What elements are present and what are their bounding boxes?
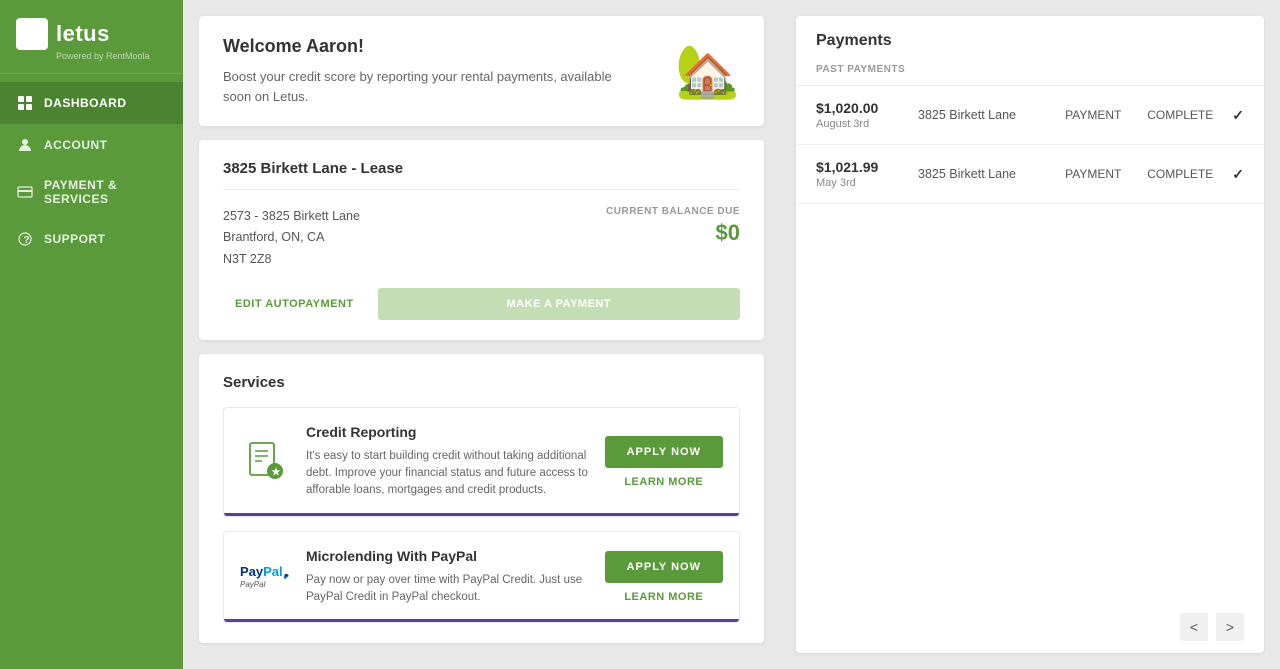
payments-title: Payments	[816, 32, 1244, 50]
logo-text: letus	[56, 21, 110, 47]
payments-card: Payments PAST PAYMENTS $1,020.00 August …	[796, 16, 1264, 653]
balance-label: CURRENT BALANCE DUE	[606, 206, 740, 217]
service-bottom-bar-2	[224, 619, 739, 622]
balance-amount: $0	[606, 220, 740, 246]
service-credit-reporting-info: Credit Reporting It's easy to start buil…	[306, 424, 589, 500]
payments-prev-button[interactable]: <	[1180, 613, 1208, 641]
service-item-credit-reporting: ★ Credit Reporting It's easy to start bu…	[223, 407, 740, 517]
service-credit-reporting-name: Credit Reporting	[306, 424, 589, 440]
payment-date-1: August 3rd	[816, 118, 906, 130]
sidebar: letus Powered by RentMoola DASHBOARD	[0, 0, 183, 669]
sidebar-item-dashboard[interactable]: DASHBOARD	[0, 82, 183, 124]
address-line1: 2573 - 3825 Birkett Lane	[223, 206, 360, 227]
logo-icon	[16, 18, 48, 50]
sidebar-nav: DASHBOARD ACCOUNT PAYMENT & SERVICES	[0, 82, 183, 260]
payment-status-1: COMPLETE	[1140, 108, 1220, 122]
logo-sub: Powered by RentMoola	[56, 51, 167, 61]
payment-type-1: PAYMENT	[1058, 108, 1128, 122]
credit-reporting-apply-button[interactable]: APPLY NOW	[605, 436, 723, 468]
payment-amount-date-2: $1,021.99 May 3rd	[816, 159, 906, 189]
address-line2: Brantford, ON, CA	[223, 227, 360, 248]
past-payments-label: PAST PAYMENTS	[816, 64, 1244, 75]
sidebar-item-label: SUPPORT	[44, 232, 106, 246]
paypal-icon: PayPal PayPal	[240, 552, 290, 602]
payment-amount-1: $1,020.00	[816, 100, 906, 116]
payment-amount-2: $1,021.99	[816, 159, 906, 175]
payment-type-2: PAYMENT	[1058, 167, 1128, 181]
welcome-message: Boost your credit score by reporting you…	[223, 67, 643, 106]
sidebar-item-support[interactable]: ? SUPPORT	[0, 218, 183, 260]
service-credit-reporting-desc: It's easy to start building credit witho…	[306, 448, 589, 500]
sidebar-item-account[interactable]: ACCOUNT	[0, 124, 183, 166]
payment-address-2: 3825 Birkett Lane	[918, 167, 1046, 181]
service-microlending-desc: Pay now or pay over time with PayPal Cre…	[306, 572, 589, 607]
make-payment-button[interactable]: MAKE A PAYMENT	[378, 288, 740, 320]
main-content: Welcome Aaron! Boost your credit score b…	[183, 0, 780, 669]
payment-check-2: ✓	[1232, 166, 1244, 183]
payments-footer: < >	[796, 601, 1264, 653]
payment-icon	[16, 183, 34, 201]
service-microlending-actions: APPLY NOW LEARN MORE	[605, 551, 723, 603]
services-title: Services	[223, 374, 740, 391]
microlending-learn-button[interactable]: LEARN MORE	[624, 591, 703, 603]
service-microlending-info: Microlending With PayPal Pay now or pay …	[306, 548, 589, 607]
support-icon: ?	[16, 230, 34, 248]
address-line3: N3T 2Z8	[223, 249, 360, 270]
payment-row-2: $1,021.99 May 3rd 3825 Birkett Lane PAYM…	[796, 145, 1264, 204]
balance-section: CURRENT BALANCE DUE $0	[606, 206, 740, 246]
welcome-card: Welcome Aaron! Boost your credit score b…	[199, 16, 764, 126]
payment-amount-date-1: $1,020.00 August 3rd	[816, 100, 906, 130]
payment-date-2: May 3rd	[816, 177, 906, 189]
payments-header: Payments PAST PAYMENTS	[796, 16, 1264, 86]
sidebar-item-label: ACCOUNT	[44, 138, 108, 152]
svg-text:?: ?	[24, 235, 31, 246]
sidebar-item-label: PAYMENT & SERVICES	[44, 178, 167, 206]
service-bottom-bar	[224, 513, 739, 516]
svg-text:★: ★	[272, 467, 281, 478]
lease-card: 3825 Birkett Lane - Lease 2573 - 3825 Bi…	[199, 140, 764, 340]
payments-empty-space	[796, 204, 1264, 601]
payment-check-1: ✓	[1232, 107, 1244, 124]
payment-address-1: 3825 Birkett Lane	[918, 108, 1046, 122]
credit-reporting-icon: ★	[240, 437, 290, 487]
payment-row: $1,020.00 August 3rd 3825 Birkett Lane P…	[796, 86, 1264, 145]
payment-status-2: COMPLETE	[1140, 167, 1220, 181]
services-card: Services ★ Credit Reporting It's easy to…	[199, 354, 764, 643]
credit-reporting-learn-button[interactable]: LEARN MORE	[624, 476, 703, 488]
lease-title: 3825 Birkett Lane - Lease	[223, 160, 740, 190]
service-microlending-name: Microlending With PayPal	[306, 548, 589, 564]
house-icon: 🏡	[675, 41, 740, 102]
payments-next-button[interactable]: >	[1216, 613, 1244, 641]
welcome-title: Welcome Aaron!	[223, 36, 643, 57]
service-item-microlending: PayPal PayPal Microlending With PayPal P…	[223, 531, 740, 624]
dashboard-icon	[16, 94, 34, 112]
sidebar-logo: letus Powered by RentMoola	[0, 0, 183, 74]
service-credit-reporting-actions: APPLY NOW LEARN MORE	[605, 436, 723, 488]
lease-address: 2573 - 3825 Birkett Lane Brantford, ON, …	[223, 206, 360, 270]
microlending-apply-button[interactable]: APPLY NOW	[605, 551, 723, 583]
edit-autopayment-button[interactable]: EDIT AUTOPAYMENT	[223, 290, 366, 318]
sidebar-item-payment-services[interactable]: PAYMENT & SERVICES	[0, 166, 183, 218]
sidebar-item-label: DASHBOARD	[44, 96, 127, 110]
right-panel: Payments PAST PAYMENTS $1,020.00 August …	[780, 0, 1280, 669]
account-icon	[16, 136, 34, 154]
